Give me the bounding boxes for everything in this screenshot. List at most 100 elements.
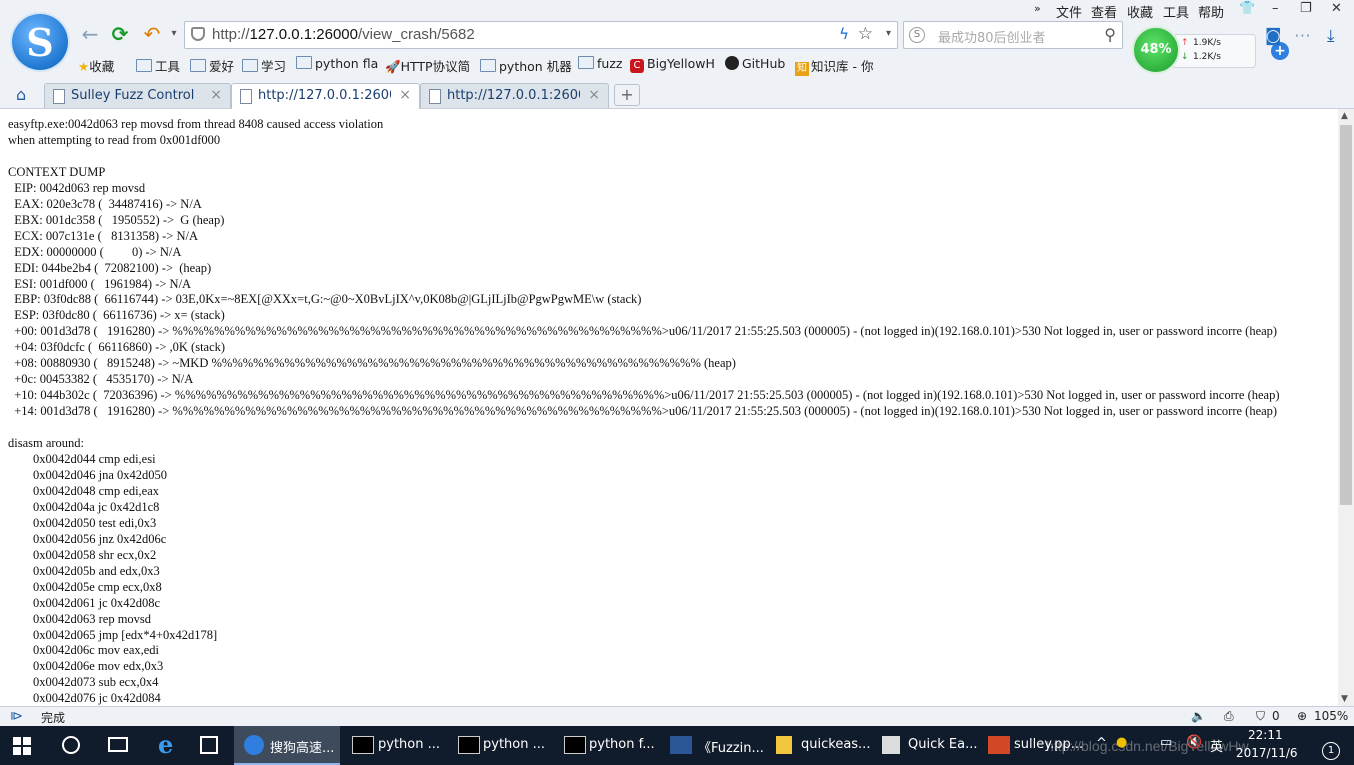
address-dropdown-icon[interactable]: ▾ (886, 28, 891, 39)
search-engine-icon[interactable]: S (909, 27, 925, 43)
task-view-icon[interactable] (108, 737, 128, 752)
tab-strip: ⌂ Sulley Fuzz Control × http://127.0.0.1… (0, 82, 1354, 109)
tab-close-button[interactable]: × (588, 87, 600, 103)
undo-close-button[interactable]: ↶ (140, 22, 164, 46)
console-icon (458, 736, 480, 754)
sogou-logo-icon[interactable]: S (12, 14, 68, 70)
ime-indicator[interactable]: 英 (1210, 736, 1223, 755)
bookmark-folder-python-ml[interactable]: python 机器 (480, 56, 572, 75)
memory-usage-ball[interactable]: 48% (1132, 26, 1180, 74)
bookmark-csdn-blog[interactable]: C BigYellowH (630, 56, 715, 73)
bookmark-github[interactable]: GitHub (725, 56, 785, 71)
scroll-thumb[interactable] (1340, 125, 1352, 505)
menu-help[interactable]: 帮助 (1198, 2, 1224, 21)
undo-dropdown-icon[interactable]: ▾ (162, 22, 186, 46)
skin-icon[interactable]: 👕 (1239, 1, 1255, 16)
tray-expand-icon[interactable]: ^ (1096, 736, 1107, 751)
tab-close-button[interactable]: × (399, 87, 411, 103)
bookmark-star-icon[interactable]: ☆ (858, 24, 873, 44)
taskbar-quick-easy-ftp[interactable]: Quick Ea... (870, 726, 978, 765)
taskbar-word-doc[interactable]: 《Fuzzin... (658, 726, 764, 765)
search-icon[interactable]: ⚲ (1104, 25, 1116, 44)
address-bar[interactable]: http://127.0.0.1:26000/view_crash/5682 ϟ… (184, 21, 898, 49)
tab-sulley-fuzz-control[interactable]: Sulley Fuzz Control × (44, 83, 231, 108)
search-input[interactable]: 最成功80后创业者 (938, 27, 1046, 46)
clock-date[interactable]: 2017/11/6 (1236, 746, 1298, 760)
security-shield-icon[interactable] (191, 27, 205, 41)
crash-line: EAX: 020e3c78 ( 34487416) -> N/A (8, 196, 202, 211)
zoom-icon[interactable]: ⊕ (1297, 709, 1307, 723)
bookmark-favorites[interactable]: ★收藏 (78, 56, 114, 75)
crash-line: 0x0042d046 jna 0x42d050 (8, 467, 168, 482)
tab-localhost[interactable]: http://127.0.0.1:26000/ × (420, 83, 609, 108)
taskbar-python-console-2[interactable]: python ... (446, 726, 552, 765)
crash-line: 0x0042d065 jmp [edx*4+0x42d178] (8, 627, 218, 642)
menu-tools[interactable]: 工具 (1163, 2, 1189, 21)
close-window-button[interactable]: ✕ (1331, 1, 1342, 16)
screenshot-tool-icon[interactable]: ⎙ (1224, 709, 1234, 724)
network-speed-widget[interactable]: ↑ 1.9K/s ↓ 1.2K/s + 48% (1132, 26, 1289, 74)
speed-mode-icon[interactable]: ϟ (839, 25, 849, 43)
address-text[interactable]: http://127.0.0.1:26000/view_crash/5682 (212, 26, 475, 43)
vertical-scrollbar[interactable]: ▲ ▼ (1338, 109, 1354, 706)
notification-icon[interactable]: 1 (1322, 742, 1340, 760)
task-label: Quick Ea... (908, 737, 978, 752)
ad-block-icon[interactable]: ⛉ (1256, 709, 1265, 724)
minimize-button[interactable]: – (1272, 1, 1279, 16)
folder-icon (136, 59, 152, 72)
menu-expand-icon[interactable]: » (1034, 2, 1041, 15)
bookmark-http-protocol[interactable]: 🚀HTTP协议简 (385, 56, 470, 75)
clock-time[interactable]: 22:11 (1248, 728, 1283, 742)
home-icon[interactable]: ⌂ (16, 85, 26, 104)
cortana-search-icon[interactable] (62, 736, 80, 754)
menu-favorites[interactable]: 收藏 (1127, 2, 1153, 21)
new-tab-button[interactable]: + (614, 84, 640, 106)
scroll-down-arrow-icon[interactable]: ▼ (1341, 694, 1348, 704)
crash-line: +14: 001d3d78 ( 1916280) -> %%%%%%%%%%%%… (8, 404, 1278, 419)
bookmark-folder-python-flask[interactable]: python fla (296, 56, 378, 71)
crash-report: easyftp.exe:0042d063 rep movsd from thre… (0, 109, 1338, 706)
taskbar-python-console-3[interactable]: python f... (552, 726, 658, 765)
refresh-button[interactable]: ⟳ (108, 22, 132, 46)
bookmark-folder-hobby[interactable]: 爱好 (190, 56, 234, 75)
scroll-up-arrow-icon[interactable]: ▲ (1341, 111, 1348, 121)
taskbar-sogou-browser[interactable]: 搜狗高速... (234, 726, 340, 765)
more-options-icon[interactable]: ⋯ (1294, 26, 1311, 46)
edge-browser-icon[interactable]: e (158, 730, 173, 759)
bookmark-folder-fuzz[interactable]: fuzz (578, 56, 622, 71)
restore-button[interactable]: ❐ (1300, 1, 1312, 16)
crash-line: when attempting to read from 0x001df000 (8, 132, 221, 147)
blocked-count: 0 (1272, 709, 1280, 723)
screenshot-icon[interactable]: ◙ (1265, 26, 1282, 46)
upload-arrow-icon: ↑ (1181, 38, 1189, 48)
crash-line: ECX: 007c131e ( 8131358) -> N/A (8, 228, 199, 243)
crash-line: 0x0042d076 jc 0x42d084 (8, 691, 161, 706)
volume-muted-icon[interactable]: 🔇 (1186, 735, 1202, 750)
search-box[interactable]: S 最成功80后创业者 ⚲ (903, 21, 1123, 49)
store-icon[interactable] (200, 736, 218, 754)
bookmark-folder-tools[interactable]: 工具 (136, 56, 180, 75)
console-icon (564, 736, 586, 754)
bookmark-zhihu[interactable]: 知知识库 - 你 (795, 56, 873, 76)
tab-view-crash[interactable]: http://127.0.0.1:26000/ × (231, 83, 420, 109)
windows-start-icon[interactable] (13, 737, 31, 755)
back-button[interactable]: ← (78, 22, 102, 46)
page-icon (429, 89, 441, 104)
zoom-level[interactable]: 105% (1314, 709, 1348, 723)
download-icon[interactable]: ⤓ (1327, 26, 1335, 46)
menu-file[interactable]: 文件 (1056, 2, 1082, 21)
console-icon (352, 736, 374, 754)
taskbar-folder-quickeasy[interactable]: quickeas... (764, 726, 870, 765)
bookmark-folder-study[interactable]: 学习 (242, 56, 286, 75)
status-text: 完成 (41, 711, 66, 725)
tray-app-icon[interactable]: ● (1116, 735, 1127, 750)
task-label: 搜狗高速... (270, 741, 335, 756)
tab-close-button[interactable]: × (210, 87, 222, 103)
taskbar-python-console-1[interactable]: python ... (340, 726, 446, 765)
folder-icon (190, 59, 206, 72)
network-icon[interactable]: ▭ (1160, 735, 1172, 750)
crash-line: EDI: 044be2b4 ( 72082100) -> (heap) (8, 260, 212, 275)
volume-icon[interactable]: 🔈 (1191, 709, 1206, 723)
sidebar-toggle-icon[interactable]: ⧐ (10, 709, 23, 724)
menu-view[interactable]: 查看 (1091, 2, 1117, 21)
